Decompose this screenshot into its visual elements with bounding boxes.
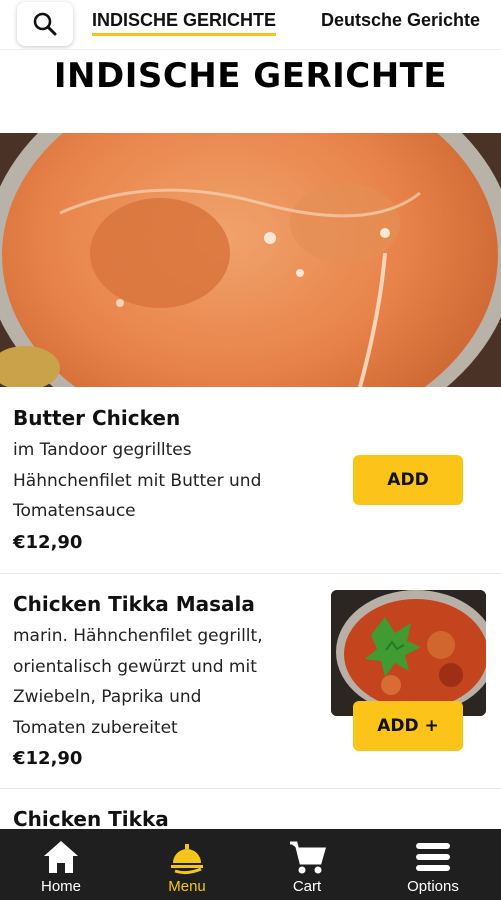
item-price: €12,90	[13, 748, 83, 769]
item-description-line: Zwiebeln, Paprika und	[13, 687, 202, 707]
menu-dish-icon	[171, 844, 203, 875]
nav-cart[interactable]: Cart	[257, 829, 357, 900]
item-price: €12,90	[13, 532, 83, 553]
item-name: Butter Chicken	[13, 406, 181, 430]
nav-label: Menu	[168, 878, 206, 895]
item-name: Chicken Tikka	[13, 807, 169, 829]
add-button[interactable]: ADD	[353, 455, 463, 505]
search-icon	[33, 12, 57, 36]
nav-home[interactable]: Home	[11, 829, 111, 900]
nav-label: Cart	[292, 878, 322, 895]
item-description-line: orientalisch gewürzt und mit	[13, 656, 257, 677]
menu-item-chicken-tikka[interactable]: Chicken Tikka	[0, 789, 501, 829]
home-icon	[44, 841, 78, 873]
bottom-navigation: Home Menu Cart Options	[0, 829, 501, 900]
item-description-line: im Tandoor gegrilltes	[13, 440, 192, 460]
item-thumbnail[interactable]	[331, 590, 486, 716]
search-button[interactable]	[17, 2, 73, 46]
item-description-line: marin. Hähnchenfilet gegrillt,	[13, 626, 263, 646]
item-description: marin. Hähnchenfilet gegrillt, orientali…	[13, 621, 263, 743]
hamburger-icon	[416, 843, 450, 871]
nav-options[interactable]: Options	[383, 829, 483, 900]
add-options-button[interactable]: ADD +	[353, 701, 463, 751]
nav-menu[interactable]: Menu	[137, 829, 237, 900]
tab-deutsche-gerichte[interactable]: Deutsche Gerichte	[321, 10, 480, 31]
nav-label: Options	[407, 878, 459, 895]
item-description-line: Tomaten zubereitet	[13, 717, 178, 738]
item-name: Chicken Tikka Masala	[13, 592, 255, 616]
menu-item-butter-chicken[interactable]: Butter Chicken im Tandoor gegrilltes Häh…	[0, 388, 501, 572]
nav-label: Home	[40, 878, 81, 895]
item-description: im Tandoor gegrilltes Hähnchenfilet mit …	[13, 435, 261, 527]
cart-icon	[290, 841, 326, 874]
hero-food-image	[0, 133, 501, 387]
item-description-line: Tomatensauce	[13, 501, 136, 521]
category-bar: INDISCHE GERICHTE Deutsche Gerichte	[0, 0, 501, 50]
tab-indische-gerichte[interactable]: INDISCHE GERICHTE	[92, 10, 277, 36]
item-description-line: Hähnchenfilet mit Butter und	[13, 470, 262, 491]
section-title: INDISCHE GERICHTE	[53, 56, 448, 96]
